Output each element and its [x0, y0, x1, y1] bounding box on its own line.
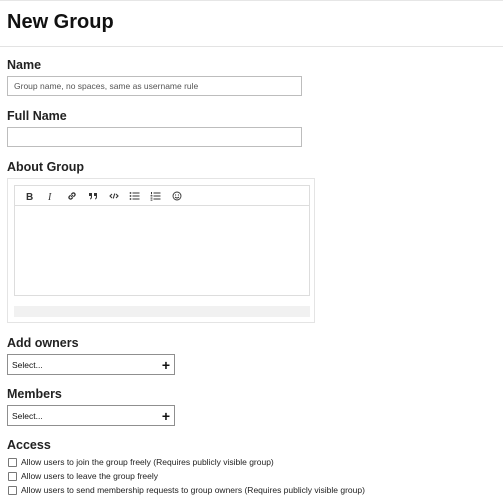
header-divider — [0, 46, 503, 47]
membership-requests-checkbox[interactable] — [8, 485, 17, 495]
access-option-membership-requests[interactable]: Allow users to send membership requests … — [7, 484, 365, 496]
access-option-leave-freely[interactable]: Allow users to leave the group freely — [7, 470, 158, 482]
members-select-value: Select... — [12, 410, 43, 421]
italic-icon[interactable]: I — [40, 187, 61, 205]
leave-freely-checkbox[interactable] — [8, 471, 17, 481]
access-option-join-freely[interactable]: Allow users to join the group freely (Re… — [7, 456, 274, 468]
svg-text:B: B — [26, 192, 33, 201]
members-label: Members — [7, 387, 62, 401]
top-border — [0, 0, 503, 1]
svg-text:I: I — [47, 192, 52, 201]
editor-footer-bar — [14, 306, 310, 317]
emoji-icon[interactable] — [166, 187, 187, 205]
page-title: New Group — [7, 11, 114, 33]
leave-freely-label: Allow users to leave the group freely — [21, 471, 159, 481]
name-label: Name — [7, 58, 42, 72]
bold-icon[interactable]: B — [19, 187, 40, 205]
access-label: Access — [7, 438, 51, 452]
about-group-label: About Group — [7, 160, 85, 174]
editor-toolbar: B I — [14, 185, 310, 205]
add-owners-label: Add owners — [7, 336, 79, 350]
link-icon[interactable] — [61, 187, 82, 205]
about-group-editor: B I — [7, 178, 315, 323]
name-input[interactable] — [7, 76, 302, 96]
members-select[interactable]: Select... + — [7, 405, 175, 426]
add-owner-icon[interactable]: + — [162, 358, 170, 372]
owners-select[interactable]: Select... + — [7, 354, 175, 375]
about-group-textarea[interactable] — [14, 205, 310, 296]
full-name-input[interactable] — [7, 127, 302, 147]
quote-icon[interactable] — [82, 187, 103, 205]
owners-select-value: Select... — [12, 359, 43, 370]
code-icon[interactable] — [103, 187, 124, 205]
join-freely-checkbox[interactable] — [8, 457, 17, 467]
join-freely-label: Allow users to join the group freely (Re… — [21, 457, 274, 467]
add-member-icon[interactable]: + — [162, 409, 170, 423]
membership-requests-label: Allow users to send membership requests … — [21, 485, 365, 495]
bullet-list-icon[interactable] — [124, 187, 145, 205]
full-name-label: Full Name — [7, 109, 67, 123]
numbered-list-icon[interactable] — [145, 187, 166, 205]
